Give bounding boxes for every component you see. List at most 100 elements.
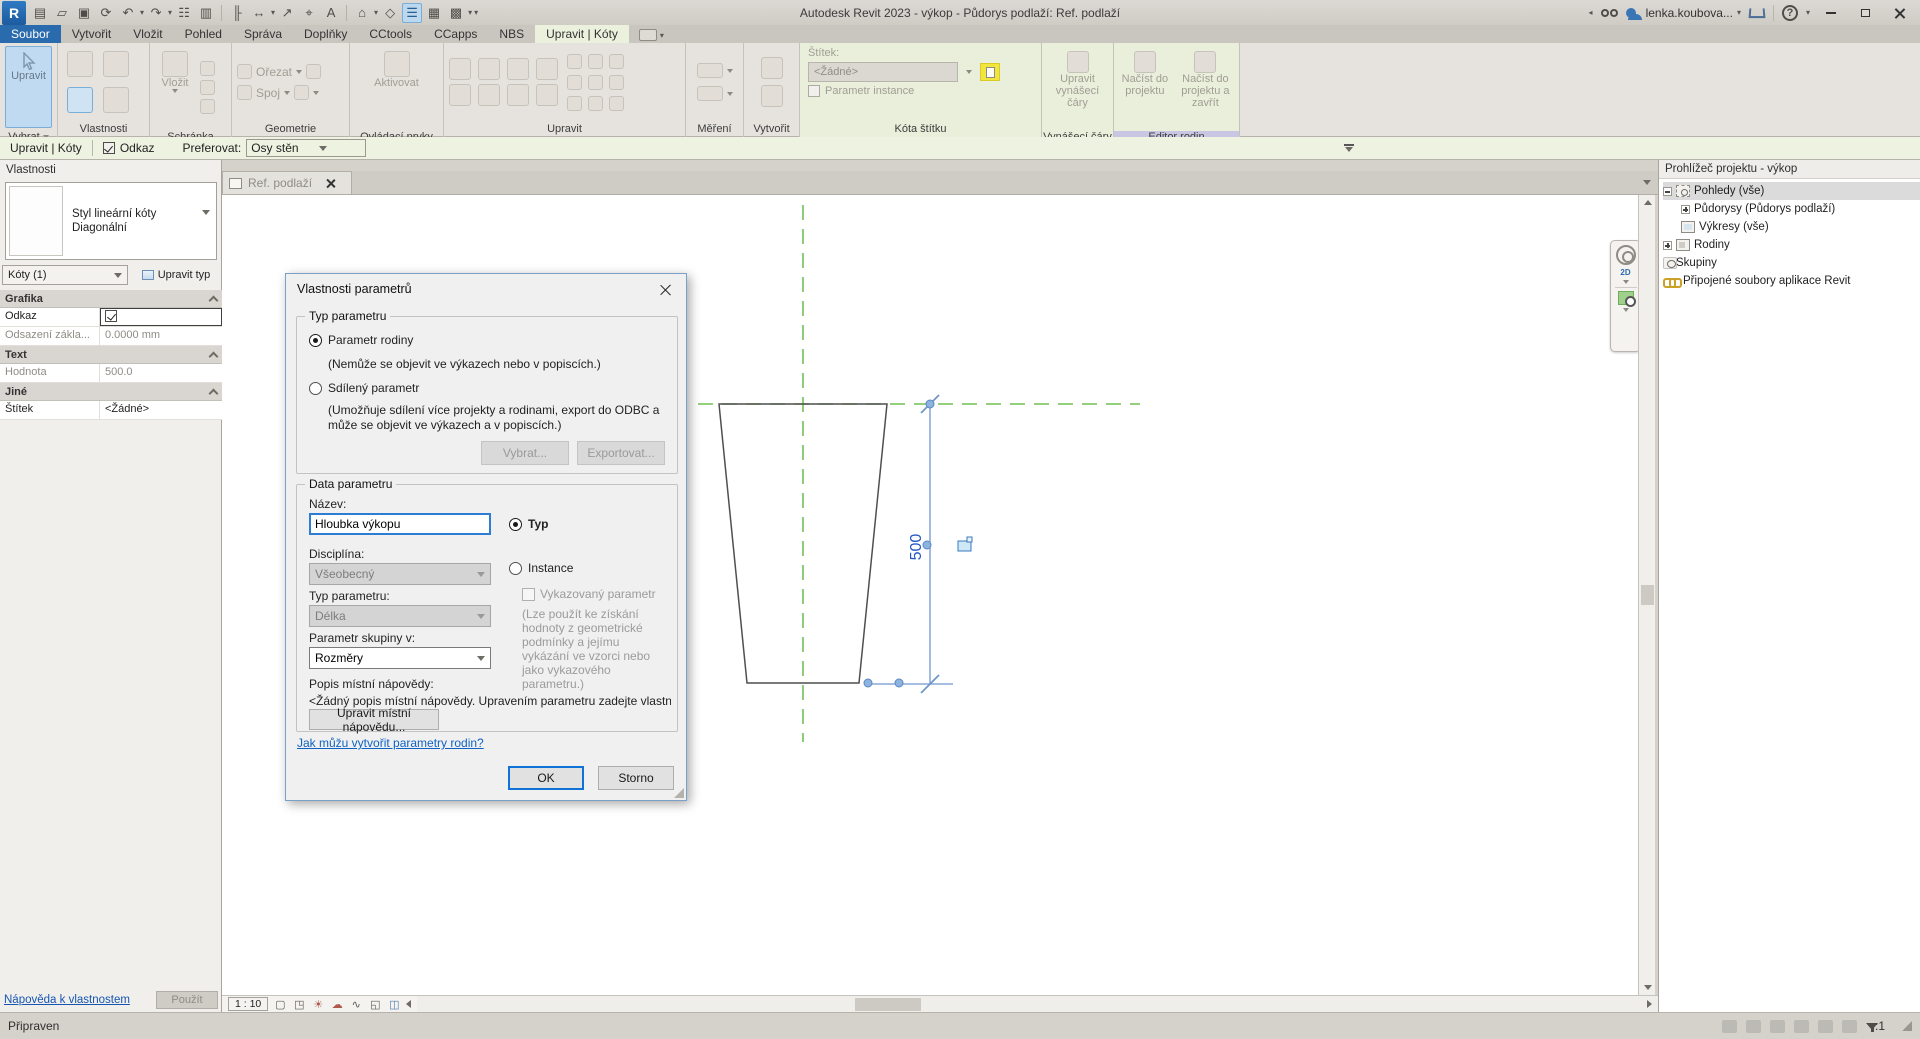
app-store-cart-icon[interactable] [1749,8,1766,18]
cancel-button[interactable]: Storno [598,766,674,790]
default-3d-view-icon[interactable]: ⌂ [352,3,372,23]
export-shared-button[interactable]: Exportovat... [577,441,665,465]
customize-qat-icon[interactable]: ▾ [474,8,478,17]
dimension-label-icon[interactable] [958,537,972,551]
close-hidden-windows-icon[interactable]: ▦ [424,3,444,23]
thin-lines-icon[interactable]: ☰ [402,3,422,23]
unjoin-dropdown-icon[interactable] [313,91,319,95]
restore-button[interactable] [1852,4,1878,22]
cut-geometry-icon[interactable] [306,64,321,79]
odkaz-value-checkbox[interactable] [105,310,117,322]
close-button[interactable] [1886,4,1912,22]
resize-grip[interactable] [1902,1021,1912,1031]
undo-dropdown-icon[interactable]: ▾ [140,8,144,17]
editing-requests-icon[interactable] [1746,1020,1761,1033]
steering-wheel-icon[interactable] [1616,245,1636,265]
options-collapse-icon[interactable] [1344,144,1354,152]
view-dropdown-icon[interactable]: ▾ [374,8,378,17]
offset-icon[interactable] [478,58,500,80]
expand-tree-icon[interactable] [1663,241,1672,250]
cut-geometry-label[interactable]: Ořezat [256,65,292,79]
parametr-instance-checkbox[interactable] [808,85,820,97]
activate-controls-button[interactable]: Aktivovat [369,46,425,128]
unjoin-icon[interactable] [294,85,309,100]
section-text[interactable]: Text [0,346,222,364]
open-file-icon[interactable]: ▱ [52,3,72,23]
view-tab-close-icon[interactable] [326,179,335,188]
delete-icon[interactable] [609,96,624,111]
switch-windows-icon[interactable]: ▩ [446,3,466,23]
preferovat-select[interactable]: Osy stěn [246,139,366,157]
scroll-up-icon[interactable] [1639,195,1656,210]
type-selector-dropdown-icon[interactable] [202,215,216,227]
edit-witness-lines-button[interactable]: Upravit vynášecí čáry [1047,46,1108,128]
split-gap-icon[interactable] [588,54,603,69]
tree-item-vykresy[interactable]: Výkresy (vše) [1663,218,1920,236]
section-jine[interactable]: Jiné [0,383,222,401]
section-grafika[interactable]: Grafika [0,290,222,308]
edit-type-button[interactable]: Upravit typ [132,265,220,285]
paste-button[interactable]: Vložit [155,46,195,128]
undo-icon[interactable]: ↶ [118,3,138,23]
save-icon[interactable]: ▣ [74,3,94,23]
radio-sdileny-parametr[interactable]: Sdílený parametr [309,381,419,395]
create-group-icon[interactable] [761,57,783,79]
odkaz-checkbox[interactable] [103,142,115,154]
scale-icon[interactable] [588,75,603,90]
discipline-select[interactable]: Všeobecný [309,563,491,585]
delete-constraint-icon[interactable] [609,54,624,69]
zoom-region-icon[interactable] [1618,291,1634,305]
shadows-icon[interactable]: ☁ [330,998,344,1011]
property-row-odkaz[interactable]: Odkaz [0,308,222,327]
dimension-dropdown-icon[interactable]: ▾ [271,8,275,17]
join-geometry-label[interactable]: Spoj [256,86,280,100]
trim-corner-icon[interactable] [588,96,603,111]
tag-icon[interactable]: ⌖ [299,3,319,23]
type-selector[interactable]: Styl lineární kótyDiagonální [5,182,217,260]
property-row-stitek[interactable]: Štítek <Žádné> [0,401,222,420]
crop-view-icon[interactable]: ◱ [368,998,382,1011]
array-icon[interactable] [567,75,582,90]
scroll-down-icon[interactable] [1639,980,1656,995]
radio-typ[interactable]: Typ [509,517,548,531]
create-parameter-icon[interactable] [980,63,1000,81]
minimize-button[interactable] [1818,4,1844,22]
radio-parametr-rodiny[interactable]: Parametr rodiny [309,333,413,347]
properties-palette-icon[interactable] [67,87,93,113]
unpin-icon[interactable] [567,96,582,111]
dialog-help-link[interactable]: Jak můžu vytvořit parametry rodin? [297,736,484,750]
properties-help-link[interactable]: Nápověda k vlastnostem [4,994,130,1006]
mirror-draw-icon[interactable] [536,58,558,80]
edit-pinned-icon[interactable] [1818,1020,1833,1033]
revit-logo-icon[interactable]: R [2,1,26,25]
property-row-hodnota[interactable]: Hodnota 500.0 [0,364,222,383]
stitek-row-value[interactable]: <Žádné> [100,401,222,419]
detail-level-icon[interactable]: ▢ [273,998,287,1011]
rotate-icon[interactable] [507,84,529,106]
cope-icon[interactable] [237,64,252,79]
account-menu[interactable]: lenka.koubova...▾ [1626,6,1741,20]
dimension-icon[interactable] [697,86,723,101]
copy-tool-icon[interactable] [478,84,500,106]
print-icon[interactable]: ☷ [174,3,194,23]
pin-icon[interactable] [609,75,624,90]
align-icon[interactable] [449,58,471,80]
tab-nbs[interactable]: NBS [488,25,535,43]
scroll-right-icon[interactable] [1640,997,1658,1012]
redo-dropdown-icon[interactable]: ▾ [168,8,172,17]
radio-shared-icon[interactable] [309,382,322,395]
witness-grip-1[interactable] [864,679,872,687]
match-type-icon[interactable] [200,99,215,114]
properties-icon[interactable] [103,51,129,77]
collapse-search-icon[interactable]: ◂ [1589,8,1593,17]
name-input[interactable] [309,513,491,535]
background-processes-icon[interactable] [1842,1020,1857,1033]
tree-item-pohledy[interactable]: Pohledy (vše) [1663,182,1920,200]
tab-doplnky[interactable]: Doplňky [293,25,358,43]
viewbar-collapse-icon[interactable] [406,1000,411,1008]
edit-tooltip-button[interactable]: Upravit místní nápovědu... [309,709,439,730]
witness-grip-2[interactable] [895,679,903,687]
stitek-dropdown-arrow-icon[interactable] [962,62,976,82]
aligned-dimension-icon[interactable]: ↔ [249,3,269,23]
tab-upravit-koty[interactable]: Upravit | Kóty [535,25,629,43]
